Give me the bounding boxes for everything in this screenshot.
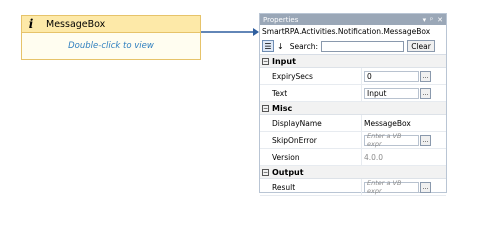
- categorized-view-button[interactable]: ☰: [262, 40, 274, 52]
- property-name: SkipOnError: [260, 132, 362, 148]
- property-grid: − Input ExpirySecs 0... Text Input... − Misc Dis…: [260, 55, 446, 196]
- clear-button[interactable]: Clear: [407, 40, 435, 52]
- property-value-field[interactable]: Enter a VB expr: [364, 132, 419, 148]
- category-label: Misc: [272, 103, 293, 113]
- dropdown-icon[interactable]: ▾: [423, 16, 427, 24]
- pin-icon[interactable]: ᵖ: [430, 16, 433, 24]
- ellipsis-button[interactable]: ...: [420, 87, 431, 99]
- property-value-cell: Enter a VB expr...: [362, 179, 446, 195]
- property-row-text: Text Input...: [260, 85, 446, 102]
- property-value-field[interactable]: MessageBox: [364, 119, 411, 128]
- property-row-result: Result Enter a VB expr...: [260, 179, 446, 196]
- type-path: SmartRPA.Activities.Notification.Message…: [262, 27, 431, 36]
- property-name: Result: [260, 179, 362, 195]
- close-icon[interactable]: ✕: [437, 16, 443, 24]
- properties-panel: Properties ▾ ᵖ ✕ SmartRPA.Activities.Not…: [259, 13, 447, 196]
- property-row-version: Version 4.0.0: [260, 149, 446, 166]
- property-value-cell: Input...: [362, 85, 446, 101]
- ellipsis-button[interactable]: ...: [420, 70, 431, 82]
- property-value-cell: MessageBox: [362, 115, 446, 131]
- ellipsis-button[interactable]: ...: [420, 181, 431, 193]
- sort-az-icon: ↓: [277, 41, 284, 51]
- property-name: DisplayName: [260, 115, 362, 131]
- property-value-field[interactable]: Enter a VB expr: [364, 179, 419, 195]
- ellipsis-button[interactable]: ...: [420, 134, 431, 146]
- property-name: Text: [260, 85, 362, 101]
- property-value-cell: Enter a VB expr...: [362, 132, 446, 148]
- property-row-displayname: DisplayName MessageBox: [260, 115, 446, 132]
- property-value-cell: 4.0.0: [362, 149, 446, 165]
- categorize-icon: ☰: [264, 41, 272, 51]
- messagebox-activity[interactable]: i MessageBox Double-click to view: [21, 15, 201, 60]
- property-value-cell: 0...: [362, 68, 446, 84]
- collapse-icon[interactable]: −: [262, 104, 269, 112]
- collapse-icon[interactable]: −: [262, 168, 269, 176]
- panel-title: Properties: [263, 15, 299, 24]
- category-label: Input: [272, 56, 296, 66]
- sort-alphabetical-button[interactable]: ↓: [277, 42, 284, 51]
- category-misc[interactable]: − Misc: [260, 102, 446, 115]
- category-label: Output: [272, 167, 304, 177]
- search-label: Search:: [289, 41, 318, 51]
- property-row-skiponerror: SkipOnError Enter a VB expr...: [260, 132, 446, 149]
- property-value-field: 4.0.0: [364, 152, 384, 162]
- category-input[interactable]: − Input: [260, 55, 446, 68]
- property-value-field[interactable]: Input: [364, 87, 419, 99]
- activity-header: i MessageBox: [22, 16, 200, 33]
- activity-title: MessageBox: [46, 18, 106, 30]
- panel-toolbar: ☰ ↓ Search: Clear: [260, 38, 446, 55]
- property-row-expirysecs: ExpirySecs 0...: [260, 68, 446, 85]
- property-value-field[interactable]: 0: [364, 70, 419, 82]
- panel-titlebar: Properties ▾ ᵖ ✕: [260, 14, 446, 25]
- info-icon: i: [28, 17, 34, 31]
- activity-hint: Double-click to view: [68, 41, 154, 51]
- connector-arrow: [201, 28, 259, 36]
- property-name: Version: [260, 149, 362, 165]
- category-output[interactable]: − Output: [260, 166, 446, 179]
- collapse-icon[interactable]: −: [262, 57, 269, 65]
- property-name: ExpirySecs: [260, 68, 362, 84]
- search-input[interactable]: [321, 40, 404, 52]
